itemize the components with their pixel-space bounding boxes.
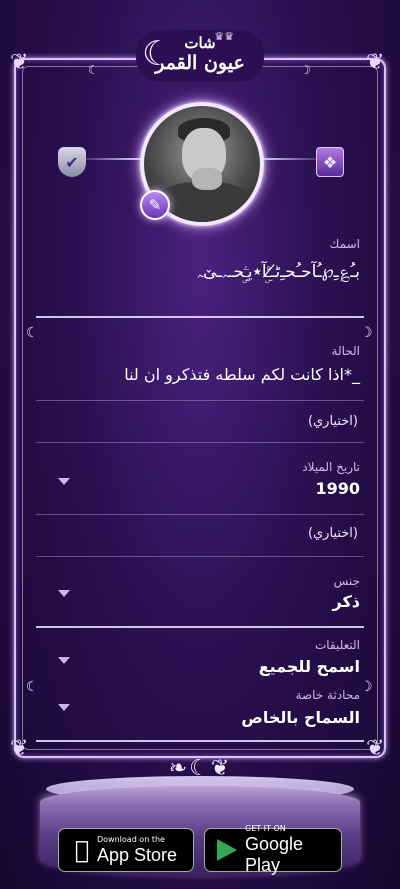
optional-label: (اختياري) [307,526,358,541]
divider [36,556,364,557]
chevron-down-icon[interactable] [58,704,70,711]
pencil-icon[interactable]: ✎ [140,190,170,220]
shield-check-icon[interactable]: ✔ [58,147,86,177]
crescent-moon-icon: ☾ [26,679,39,695]
apple-icon:  [67,836,97,864]
chevron-down-icon[interactable] [58,657,70,664]
crescent-moon-icon: ☽ [360,679,373,695]
app-logo: ☾ ♛♛ شات عيون القمر [136,30,264,82]
divider [36,740,364,742]
status-label: الحالة [331,344,360,358]
private-chat-select[interactable]: السماح بالخاص [241,708,360,727]
app-store-button[interactable]:  Download on the App Store [58,828,194,872]
crescent-moon-icon: ☽ [300,63,311,77]
book-icon[interactable]: ❖ [316,147,344,177]
crescent-moon-icon: ☽ [360,325,373,341]
moon-logo-icon: ☾ [142,34,173,74]
google-play-icon [217,839,237,861]
private-chat-label: محادثة خاصة [295,688,360,702]
comments-label: التعليقات [314,638,360,652]
comments-select[interactable]: اسمح للجميع [259,657,360,676]
google-play-big-text: Google Play [245,834,304,875]
google-play-button[interactable]: GET IT ON Google Play [204,824,342,875]
gender-label: جنس [333,574,360,588]
google-play-small-text: GET IT ON [245,824,286,833]
chevron-down-icon[interactable] [58,478,70,485]
divider [36,442,364,443]
divider [36,400,364,401]
name-label: اسمك [329,237,360,251]
birthdate-label: تاريخ الميلاد [302,460,360,474]
moon-ornament-icon: ❧☾❦ [168,756,232,781]
corner-ornament-icon: ❦ [366,50,385,75]
optional-label: (اختياري) [307,414,358,429]
divider [36,626,364,628]
crescent-moon-icon: ☾ [26,325,39,341]
crown-icon: ♛♛ [214,30,234,43]
status-field[interactable]: _*اذا كانت لكم سلطه فتذكرو ان لنا [124,365,360,384]
app-store-small-text: Download on the [97,834,165,844]
name-field[interactable]: ﺑـُ؏ـِ℘ـُآحـُحـِﮢ̸ــََۣ۫ﺂ٭ﯾـِۣۧحـﮧـێﮧ [197,262,360,282]
divider [36,316,364,318]
corner-ornament-icon: ❦ [10,50,29,75]
crescent-moon-icon: ☾ [88,63,99,77]
divider [36,514,364,515]
app-store-big-text: App Store [97,844,178,865]
corner-ornament-icon: ❦ [10,736,29,761]
gender-select[interactable]: ذكر [333,592,360,611]
chevron-down-icon[interactable] [58,590,70,597]
birthdate-select[interactable]: 1990 [315,479,360,498]
corner-ornament-icon: ❦ [366,736,385,761]
